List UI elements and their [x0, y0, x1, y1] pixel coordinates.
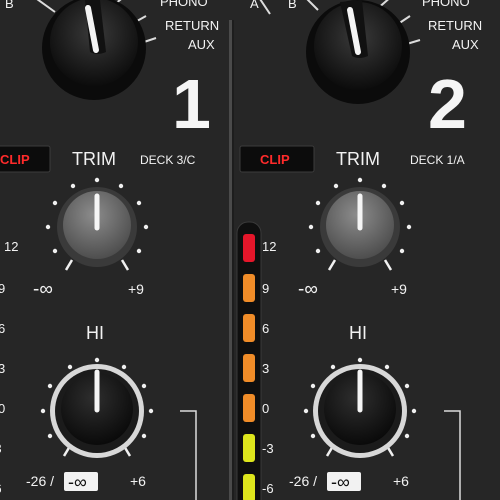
channel-2: A B PHONO RETURN AUX 2 CLIP TRIM DECK 1/…: [236, 0, 482, 500]
svg-text:-3: -3: [262, 441, 274, 456]
hi-max-label: +6: [393, 473, 409, 489]
channel-1: B PHONO RETURN AUX 1 CLIP TRIM DECK 3/C …: [0, 0, 219, 500]
channel-number: 1: [172, 65, 211, 143]
svg-text:12: 12: [262, 239, 276, 254]
svg-text:12: 12: [4, 239, 18, 254]
hi-label: HI: [86, 323, 104, 343]
clip-indicator: CLIP: [0, 145, 51, 173]
hi-eq-knob[interactable]: [303, 357, 417, 458]
meter-led: [243, 394, 255, 422]
hi-min-label: -26 /: [26, 473, 54, 489]
svg-text:6: 6: [0, 321, 5, 336]
hi-kill-label: -∞: [68, 472, 87, 492]
trim-knob[interactable]: [308, 177, 412, 271]
deck-label: DECK 1/A: [410, 153, 465, 167]
meter-led: [243, 234, 255, 262]
input-label-aux: AUX: [452, 37, 479, 52]
meter-led: [243, 314, 255, 342]
input-label-return: RETURN: [165, 18, 219, 33]
svg-text:-3: -3: [0, 441, 2, 456]
input-selector-knob[interactable]: [30, 0, 157, 100]
svg-text:-6: -6: [0, 481, 2, 496]
level-scale: 12 9 6 3 0 -3 -6: [262, 239, 276, 496]
input-label-a: A: [250, 0, 259, 11]
svg-text:9: 9: [262, 281, 269, 296]
hi-min-label: -26 /: [289, 473, 317, 489]
trim-knob[interactable]: [45, 177, 149, 271]
meter-led: [243, 434, 255, 462]
input-label-b: B: [288, 0, 297, 11]
svg-text:3: 3: [262, 361, 269, 376]
meter-led: [243, 474, 255, 500]
hi-eq-knob[interactable]: [40, 357, 154, 458]
clip-label: CLIP: [0, 152, 30, 167]
input-label-b: B: [5, 0, 14, 11]
input-selector-knob[interactable]: [258, 0, 421, 104]
meter-led: [243, 354, 255, 382]
input-label-aux: AUX: [188, 37, 215, 52]
input-label-phono: PHONO: [422, 0, 470, 9]
trim-max-label: +9: [128, 281, 144, 297]
hi-max-label: +6: [130, 473, 146, 489]
trim-label: TRIM: [336, 149, 380, 169]
svg-text:3: 3: [0, 361, 5, 376]
trim-min-label: -∞: [298, 279, 318, 300]
trim-max-label: +9: [391, 281, 407, 297]
trim-label: TRIM: [72, 149, 116, 169]
deck-label: DECK 3/C: [140, 153, 196, 167]
svg-text:0: 0: [0, 401, 5, 416]
level-scale: 12 9 6 3 0 -3 -6: [0, 239, 18, 496]
input-label-phono: PHONO: [160, 0, 208, 9]
hi-kill-label: -∞: [331, 472, 350, 492]
svg-text:6: 6: [262, 321, 269, 336]
input-label-return: RETURN: [428, 18, 482, 33]
svg-text:-6: -6: [262, 481, 274, 496]
channel-number: 2: [428, 65, 467, 143]
mixer-panel: B PHONO RETURN AUX 1 CLIP TRIM DECK 3/C …: [0, 0, 482, 500]
svg-text:9: 9: [0, 281, 5, 296]
level-meter: [236, 221, 262, 500]
svg-text:0: 0: [262, 401, 269, 416]
clip-label: CLIP: [260, 152, 290, 167]
clip-indicator: CLIP: [239, 145, 315, 173]
meter-led: [243, 274, 255, 302]
hi-label: HI: [349, 323, 367, 343]
trim-min-label: -∞: [33, 279, 53, 300]
channel-divider: [229, 20, 232, 500]
